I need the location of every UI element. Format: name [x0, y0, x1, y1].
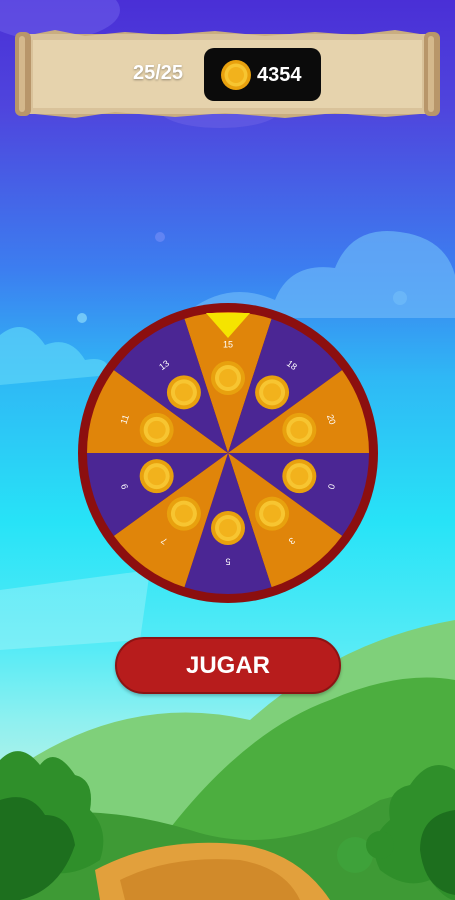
prize-wheel[interactable]: 15 18 20 0 3 5 7 9 11 13 — [77, 302, 379, 604]
segment-label: 15 — [223, 339, 233, 349]
wheel-graphic[interactable]: 151820035791113 — [77, 302, 379, 604]
segment-coin-icon — [282, 412, 317, 447]
segment-coin-icon — [139, 459, 174, 494]
coin-count: 4354 — [257, 64, 302, 86]
segment-coin-icon — [211, 361, 245, 395]
segment-coin-icon — [166, 375, 201, 410]
segment-coin-icon — [282, 459, 317, 494]
segment-label: 5 — [225, 557, 230, 567]
coin-balance: 4354 — [204, 48, 321, 101]
segment-coin-icon — [255, 375, 290, 410]
play-button[interactable]: JUGAR — [115, 637, 341, 694]
segment-coin-icon — [166, 496, 201, 531]
segment-coin-icon — [255, 496, 290, 531]
segment-coin-icon — [139, 412, 174, 447]
lives-counter: 25/25 — [133, 62, 184, 84]
segment-coin-icon — [211, 511, 245, 545]
gold-coin-icon — [221, 60, 251, 90]
